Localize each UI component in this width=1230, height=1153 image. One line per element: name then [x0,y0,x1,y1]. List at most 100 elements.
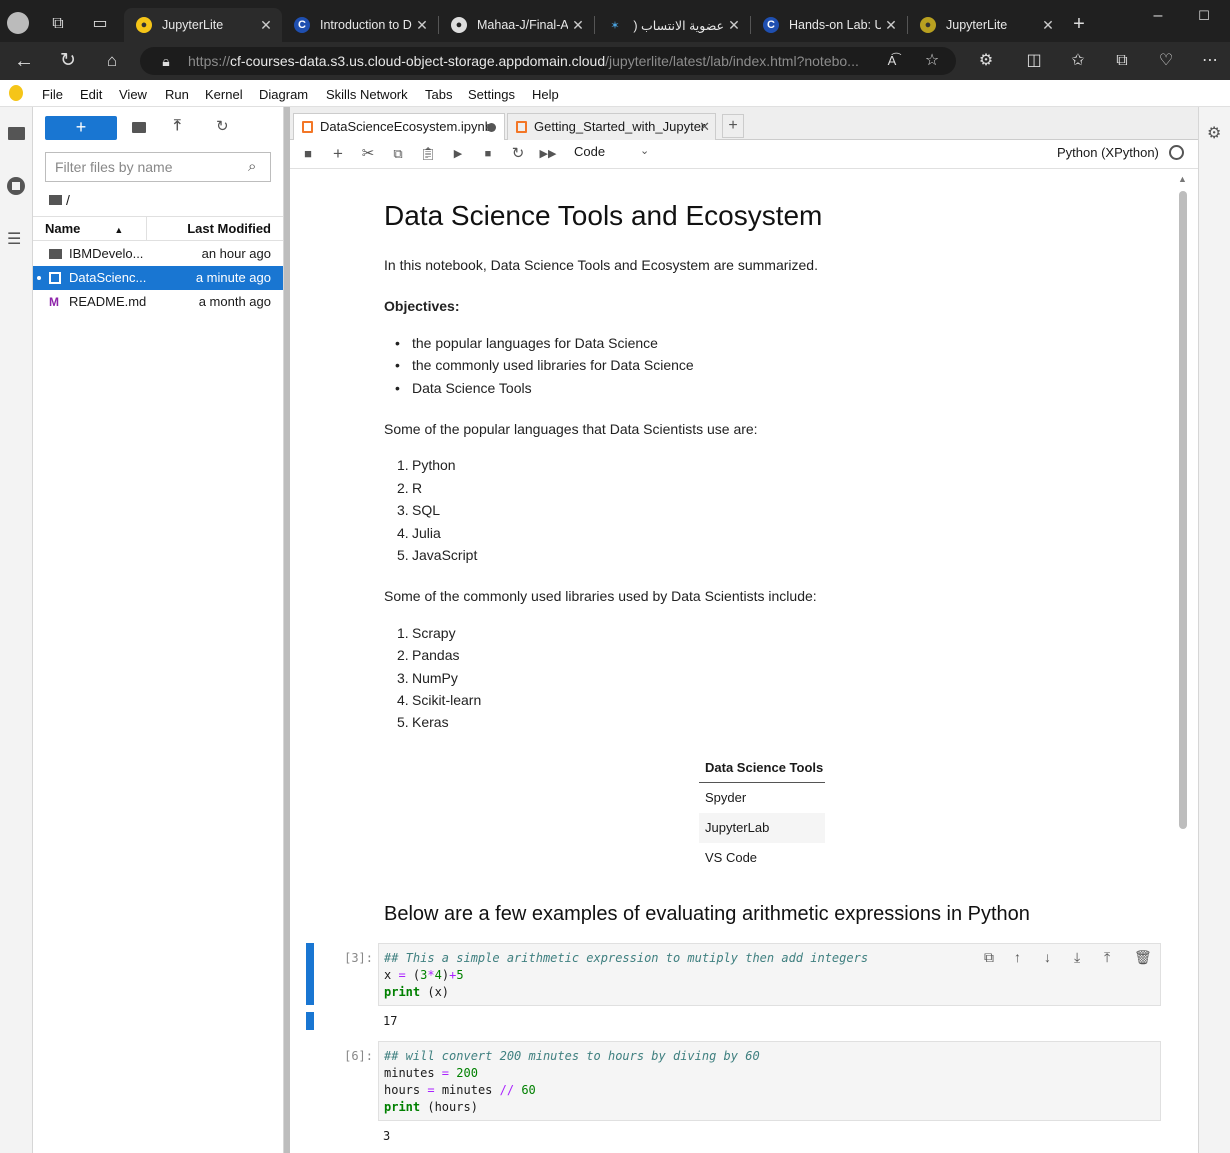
favorites-icon[interactable]: ✩ [1066,49,1090,73]
filter-files-input[interactable]: Filter files by name [45,152,271,182]
list-number: 1. [397,625,409,641]
scrollbar-up-icon[interactable]: ▲ [1178,174,1187,184]
close-icon[interactable]: ✕ [412,17,432,34]
menu-kernel[interactable]: Kernel [205,87,243,102]
collections-icon[interactable]: ⧉ [1110,49,1134,73]
tab-actions-icon[interactable]: ▭ [88,12,112,36]
menu-run[interactable]: Run [165,87,189,102]
list-number: 2. [397,647,409,663]
menu-view[interactable]: View [119,87,147,102]
column-last-modified[interactable]: Last Modified [149,216,271,241]
new-folder-icon[interactable] [132,122,146,133]
workspaces-icon[interactable]: ⧉ [46,12,70,36]
minimize-icon[interactable]: – [1146,4,1170,28]
menu-skills-network[interactable]: Skills Network [326,87,408,102]
browser-tab-intro[interactable]: C Introduction to D ✕ [282,8,438,42]
close-icon[interactable]: ✕ [724,17,744,34]
browser-tabstrip: ⧉ ▭ ● JupyterLite ✕ C Introduction to D … [0,0,1230,42]
save-icon[interactable]: ■ [299,145,317,163]
notebook-icon [302,121,313,133]
tab-getting-started[interactable]: Getting_Started_with_Jupyter ✕ [507,113,716,140]
list-item: the popular languages for Data Science [412,335,658,351]
profile-icon[interactable] [7,12,29,34]
home-folder-icon[interactable] [49,195,62,205]
close-icon[interactable]: ✕ [881,17,901,34]
read-aloud-icon[interactable]: A͡ [880,49,904,73]
browser-tab-jupyterlite-2[interactable]: ● JupyterLite ✕ [908,8,1064,42]
insert-above-icon[interactable]: ⤓ [1074,949,1080,966]
delete-cell-icon[interactable]: 🗑︎ [1134,949,1152,966]
code-cell-input[interactable]: ## will convert 200 minutes to hours by … [378,1041,1161,1121]
languages-intro: Some of the popular languages that Data … [384,421,758,437]
close-icon[interactable]: ✕ [699,114,710,140]
run-icon[interactable]: ▶ [449,145,467,163]
unsaved-dot-icon[interactable] [487,123,496,132]
file-row[interactable]: M README.md a month ago [33,290,283,314]
list-number: 3. [397,670,409,686]
file-row[interactable]: IBMDevelo... an hour ago [33,242,283,266]
file-row[interactable]: DataScienc... a minute ago [33,266,283,290]
close-icon[interactable]: ✕ [256,17,276,34]
maximize-icon[interactable]: ☐ [1192,4,1216,28]
run-all-icon[interactable]: ▶▶ [539,145,557,163]
list-number: 1. [397,457,409,473]
folder-icon[interactable] [8,127,25,140]
table-of-contents-icon[interactable]: ☰ [7,229,21,249]
menu-file[interactable]: File [42,87,63,102]
list-number: 4. [397,692,409,708]
restart-icon[interactable]: ↻ [509,145,527,163]
column-name[interactable]: Name ▲ [45,216,123,241]
menu-edit[interactable]: Edit [80,87,102,102]
table-row: Spyder [705,790,747,805]
browser-tab-membership[interactable]: ✶ عضوية الانتساب ( ✕ [595,8,750,42]
insert-below-icon[interactable]: ⤒ [1104,949,1110,966]
stop-icon[interactable]: ■ [479,145,497,163]
back-icon[interactable]: ← [12,49,36,73]
extensions-icon[interactable]: ⚙ [974,49,998,73]
home-icon[interactable]: ⌂ [100,49,124,73]
notebook-icon [516,121,527,133]
health-icon[interactable]: ♡ [1154,49,1178,73]
output-collapser[interactable] [306,1012,314,1030]
duplicate-cell-icon[interactable]: ⧉ [984,949,994,966]
insert-cell-icon[interactable]: + [329,145,347,163]
new-tab-button[interactable]: + [722,114,744,138]
menu-diagram[interactable]: Diagram [259,87,308,102]
upload-icon[interactable]: ⤒ [174,117,181,134]
menu-help[interactable]: Help [532,87,559,102]
cut-icon[interactable]: ✂ [359,145,377,163]
breadcrumb: / [49,192,70,208]
paste-icon[interactable]: 📋︎ [419,145,437,163]
scrollbar-thumb[interactable] [1179,191,1187,829]
search-icon: ⌕ [248,158,257,175]
refresh-icon[interactable]: ↻ [56,49,80,73]
move-up-icon[interactable]: ↑ [1014,949,1021,965]
tab-datascienceecosystem[interactable]: DataScienceEcosystem.ipynb [293,113,505,141]
cell-type-select[interactable]: Code ⌄ [574,144,654,164]
split-screen-icon[interactable]: ◫ [1022,49,1046,73]
new-tab-icon[interactable]: + [1067,12,1091,36]
lock-icon[interactable]: 🔒︎ [154,49,178,73]
cell-collapser[interactable] [306,943,314,1005]
browser-tab-jupyterlite[interactable]: ● JupyterLite ✕ [124,8,282,42]
new-launcher-button[interactable]: + [45,116,117,140]
refresh-files-icon[interactable]: ↻ [216,117,229,135]
menu-tabs[interactable]: Tabs [425,87,452,102]
move-down-icon[interactable]: ↓ [1044,949,1051,965]
running-kernels-icon[interactable] [7,177,25,195]
copy-icon[interactable]: ⧉ [389,145,407,163]
list-item: the commonly used libraries for Data Sci… [412,357,694,373]
kernel-name[interactable]: Python (XPython) [1057,145,1159,160]
menu-bar: File Edit View Run Kernel Diagram Skills… [0,80,1230,107]
close-icon[interactable]: ✕ [1038,17,1058,34]
list-number: 3. [397,502,409,518]
property-inspector-icon[interactable]: ⚙ [1207,123,1221,143]
url-field[interactable]: https://cf-courses-data.s3.us.cloud-obje… [140,47,956,75]
close-icon[interactable]: ✕ [568,17,588,34]
menu-settings[interactable]: Settings [468,87,515,102]
browser-tab-github[interactable]: ● Mahaa-J/Final-As ✕ [439,8,594,42]
browser-tab-handson[interactable]: C Hands-on Lab: U ✕ [751,8,907,42]
favorite-star-icon[interactable]: ☆ [920,49,944,73]
table-header: Data Science Tools [699,753,825,783]
more-icon[interactable]: ⋯ [1198,49,1222,73]
